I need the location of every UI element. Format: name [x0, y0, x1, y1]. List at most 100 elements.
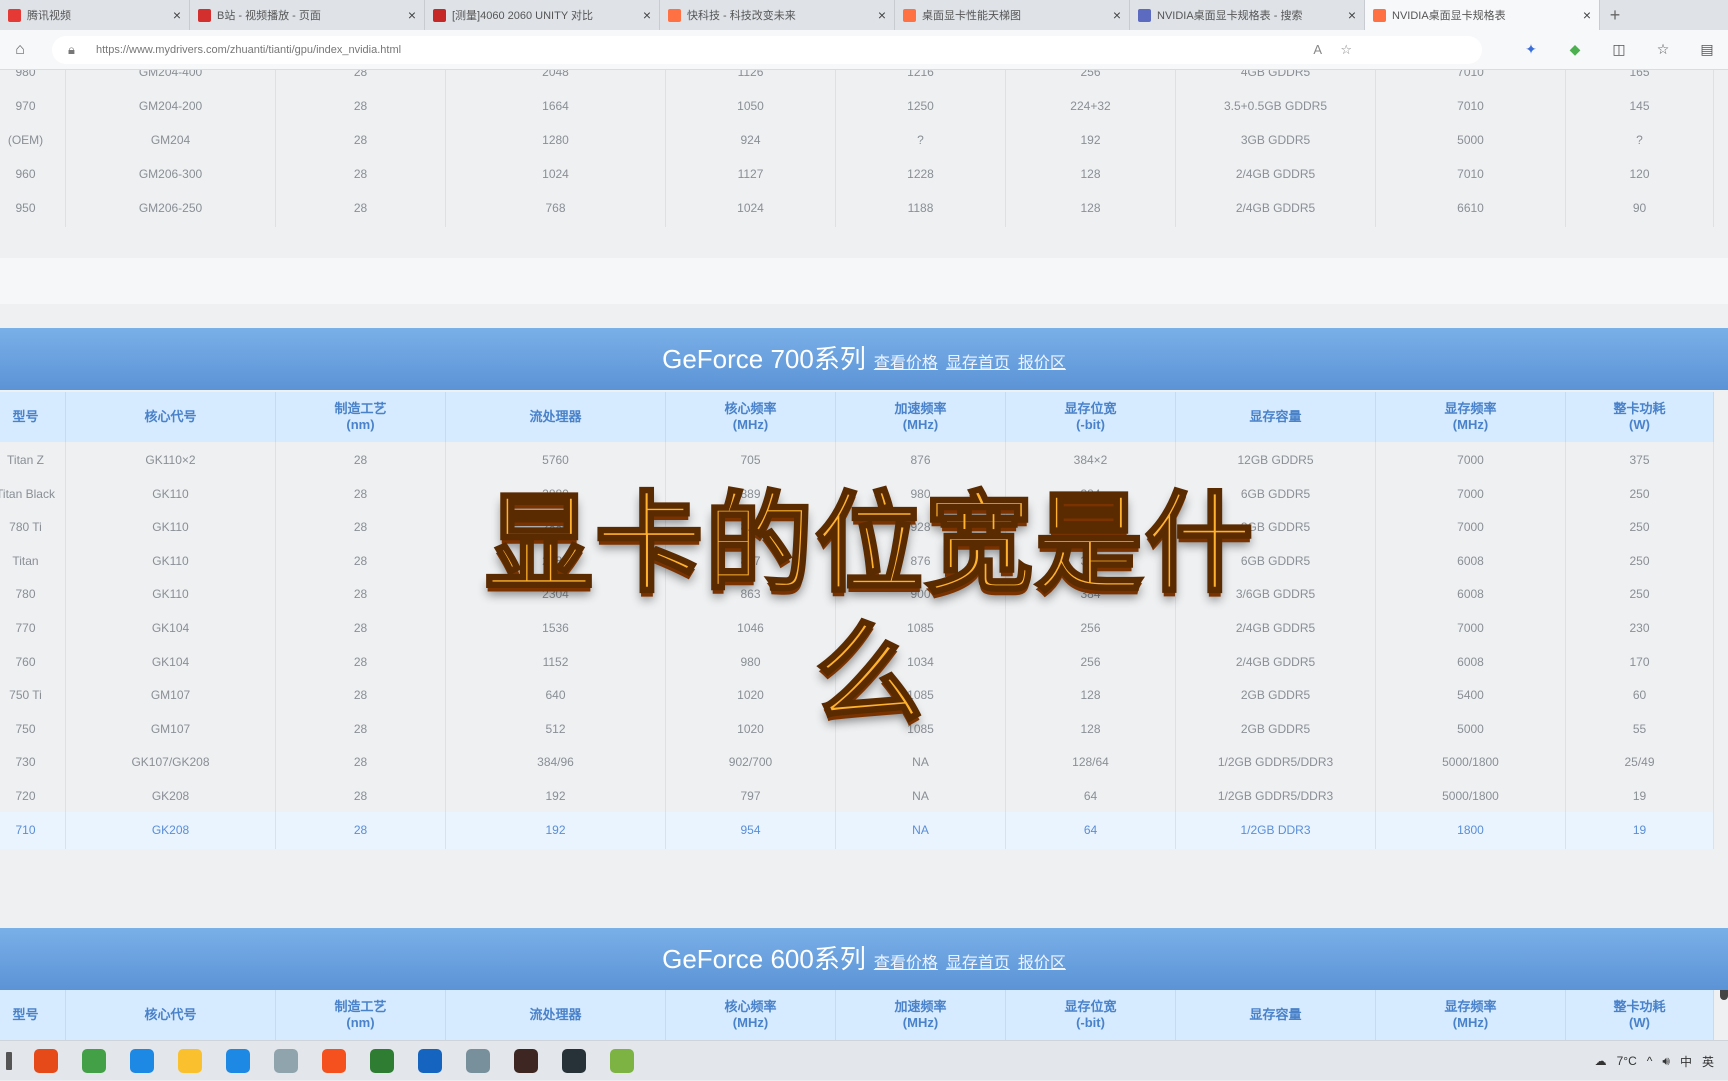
- table-cell: 28: [276, 442, 446, 479]
- series-link[interactable]: 报价区: [1018, 355, 1066, 372]
- mail-icon[interactable]: [274, 1049, 298, 1073]
- browser-tab[interactable]: NVIDIA桌面显卡规格表 - 搜索 ×: [1130, 0, 1365, 30]
- column-header[interactable]: 制造工艺 (nm): [276, 392, 446, 442]
- language-indicator[interactable]: 英: [1702, 1053, 1714, 1070]
- table-row[interactable]: Titan Z GK110×2 28 5760 705 876 384×2 12GB GDDR…: [0, 442, 1714, 479]
- tab-close-icon[interactable]: ×: [878, 7, 886, 23]
- table-cell: 1250: [836, 88, 1006, 125]
- weather-temp[interactable]: 7°C: [1617, 1054, 1637, 1068]
- tab-close-icon[interactable]: ×: [1113, 7, 1121, 23]
- column-header[interactable]: 加速频率 (MHz): [836, 990, 1006, 1040]
- app-icon-2[interactable]: [82, 1049, 106, 1073]
- tab-favicon-icon: [198, 8, 211, 22]
- table-cell: 128: [1006, 156, 1176, 193]
- table-row[interactable]: 960 GM206-300 28 1024 1127 1228 128 2/4GB GDDR5…: [0, 156, 1714, 193]
- series-link[interactable]: 查看价格: [874, 355, 938, 372]
- tray-chevron-icon[interactable]: ^: [1647, 1054, 1653, 1068]
- app-icon-11[interactable]: [514, 1049, 538, 1073]
- column-header[interactable]: 核心频率 (MHz): [666, 392, 836, 442]
- column-header[interactable]: 整卡功耗 (W): [1566, 392, 1714, 442]
- table-row[interactable]: (OEM) GM204 28 1280 924? 192 3GB GDDR5 5000?: [0, 122, 1714, 159]
- table-cell: 1024: [446, 156, 666, 193]
- app-icon-7[interactable]: [322, 1049, 346, 1073]
- table-cell: 7000: [1376, 442, 1566, 479]
- column-header-label: 型号: [12, 409, 39, 424]
- table-row[interactable]: 720 GK208 28 192 797 NA 64 1/2GB GDDR5/DDR3 5000…: [0, 778, 1714, 815]
- series-title: GeForce 600系列: [662, 944, 866, 974]
- tab-close-icon[interactable]: ×: [1583, 7, 1591, 23]
- table-row[interactable]: 950 GM206-250 28 768 1024 1188 128 2/4GB GDDR5 6…: [0, 190, 1714, 227]
- tab-close-icon[interactable]: ×: [408, 7, 416, 23]
- series-link[interactable]: 报价区: [1018, 955, 1066, 972]
- browser-tab[interactable]: NVIDIA桌面显卡规格表 ×: [1365, 0, 1600, 30]
- column-header[interactable]: 加速频率 (MHz): [836, 392, 1006, 442]
- steam-icon[interactable]: [418, 1049, 442, 1073]
- column-header[interactable]: 核心代号: [66, 990, 276, 1040]
- column-header[interactable]: 核心代号: [66, 392, 276, 442]
- column-header[interactable]: 显存位宽 (-bit): [1006, 990, 1176, 1040]
- table-cell: 250: [1566, 509, 1714, 547]
- table-row[interactable]: 970 GM204-200 28 1664 1050 1250 224+32 3.5+0.5G…: [0, 88, 1714, 125]
- address-bar[interactable]: 🔒︎ https://www.mydrivers.com/zhuanti/tia…: [52, 36, 1482, 64]
- tab-close-icon[interactable]: ×: [643, 7, 651, 23]
- column-header[interactable]: 型号: [0, 990, 66, 1040]
- browser-tab[interactable]: 腾讯视频 ×: [0, 0, 190, 30]
- media-player-icon[interactable]: [178, 1049, 202, 1073]
- table-row[interactable]: 710 GK208 28 192 954 NA 64 1/2GB DDR3 1800 19: [0, 811, 1714, 849]
- table-cell: 2/4GB GDDR5: [1176, 610, 1376, 647]
- table-cell: 640: [446, 677, 666, 715]
- tab-close-icon[interactable]: ×: [1348, 7, 1356, 23]
- column-header[interactable]: 整卡功耗 (W): [1566, 990, 1714, 1040]
- column-header[interactable]: 显存频率 (MHz): [1376, 990, 1566, 1040]
- app-icon-8[interactable]: [370, 1049, 394, 1073]
- table-cell: 760: [0, 643, 66, 681]
- table-cell: 954: [666, 811, 836, 849]
- browser-tab[interactable]: [测量]4060 2060 UNITY 对比 ×: [425, 0, 660, 30]
- speaker-icon[interactable]: 🔊︎: [1662, 1054, 1670, 1069]
- calendar-icon[interactable]: [226, 1049, 250, 1073]
- copilot-icon[interactable]: ✦: [1520, 38, 1542, 60]
- column-header[interactable]: 制造工艺 (nm): [276, 990, 446, 1040]
- favorites-add-icon[interactable]: ☆: [1340, 36, 1352, 64]
- table-cell: 28: [276, 122, 446, 159]
- new-tab-button[interactable]: +: [1600, 0, 1630, 30]
- series-link[interactable]: 显存首页: [946, 355, 1010, 372]
- column-header[interactable]: 显存位宽 (-bit): [1006, 392, 1176, 442]
- edge-browser-icon[interactable]: [130, 1049, 154, 1073]
- favorites-icon[interactable]: ☆: [1652, 38, 1674, 60]
- read-aloud-icon[interactable]: A: [1313, 36, 1322, 64]
- table-cell: 55: [1566, 710, 1714, 748]
- series-link[interactable]: 查看价格: [874, 955, 938, 972]
- app-icon-13[interactable]: [610, 1049, 634, 1073]
- home-icon[interactable]: ⌂: [10, 40, 30, 60]
- column-header[interactable]: 型号: [0, 392, 66, 442]
- ime-indicator[interactable]: 中: [1680, 1053, 1692, 1070]
- app-icon-12[interactable]: [562, 1049, 586, 1073]
- start-button[interactable]: [6, 1052, 12, 1070]
- app-icon-10[interactable]: [466, 1049, 490, 1073]
- column-header-label: 显存位宽: [1064, 401, 1117, 416]
- split-screen-icon[interactable]: ◫: [1608, 38, 1630, 60]
- series-link[interactable]: 显存首页: [946, 955, 1010, 972]
- browser-tab[interactable]: 桌面显卡性能天梯图 ×: [895, 0, 1130, 30]
- column-header[interactable]: 显存频率 (MHz): [1376, 392, 1566, 442]
- table-cell: 512: [446, 710, 666, 748]
- app-icon-1[interactable]: [34, 1049, 58, 1073]
- column-header[interactable]: 核心频率 (MHz): [666, 990, 836, 1040]
- column-header[interactable]: 流处理器: [446, 990, 666, 1040]
- table-cell: GK104: [66, 643, 276, 681]
- weather-icon[interactable]: ☁: [1595, 1054, 1607, 1068]
- collections-icon[interactable]: ▤: [1696, 38, 1718, 60]
- extension-color-icon[interactable]: ◆: [1564, 38, 1586, 60]
- table-row[interactable]: 730 GK107/GK208 28 384/96 902/700 NA 128/64 1/2…: [0, 744, 1714, 782]
- lock-icon[interactable]: 🔒︎: [68, 36, 75, 64]
- column-header[interactable]: 流处理器: [446, 392, 666, 442]
- column-header[interactable]: 显存容量: [1176, 392, 1376, 442]
- browser-tab[interactable]: B站 - 视频播放 - 页面 ×: [190, 0, 425, 30]
- table-cell: 3.5+0.5GB GDDR5: [1176, 88, 1376, 125]
- column-header[interactable]: 显存容量: [1176, 990, 1376, 1040]
- column-header-label: 流处理器: [529, 1007, 582, 1022]
- table-cell: 250: [1566, 542, 1714, 580]
- browser-tab[interactable]: 快科技 - 科技改变未来 ×: [660, 0, 895, 30]
- tab-close-icon[interactable]: ×: [173, 7, 181, 23]
